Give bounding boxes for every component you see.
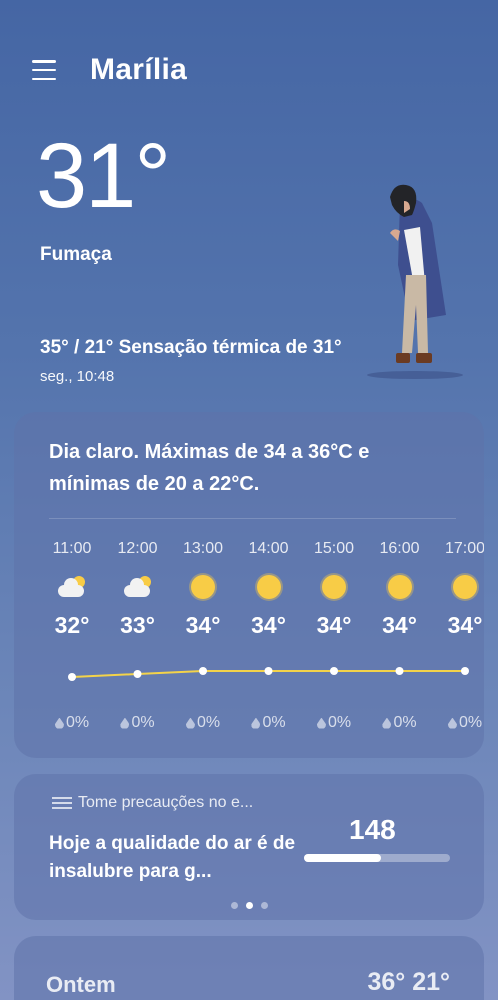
raindrop-icon (120, 717, 130, 729)
air-quality-title-text: Tome precauções no e... (78, 794, 254, 811)
temperature-range-feels-like: 35° / 21° Sensação térmica de 31° (40, 337, 342, 358)
sun-icon (304, 572, 364, 602)
divider (49, 518, 456, 519)
page-dot[interactable] (230, 902, 238, 909)
hourly-item[interactable]: 13:00 34° 0% (173, 530, 233, 731)
hamburger-menu-icon[interactable] (32, 60, 56, 80)
aqi-bar-fill (304, 854, 382, 862)
hour-temperature: 34° (316, 612, 352, 638)
partly-cloudy-icon (108, 572, 168, 602)
hour-rain-chance: 0% (304, 714, 364, 732)
raindrop-icon (316, 717, 326, 729)
hour-temperature: 34° (185, 612, 221, 638)
hourly-item[interactable]: 15:00 34° 0% (304, 530, 364, 731)
trend-point (461, 667, 469, 675)
rain-value: 0% (393, 714, 417, 731)
hour-time: 16:00 (379, 540, 420, 557)
rain-value: 0% (262, 714, 286, 731)
raindrop-icon (251, 717, 261, 729)
hour-time: 12:00 (117, 540, 158, 557)
current-temperature: 31° (36, 125, 171, 227)
current-datetime: seg., 10:48 (40, 368, 115, 385)
header: Marília (32, 50, 478, 90)
city-name[interactable]: Marília (90, 53, 187, 87)
hour-temperature: 34° (447, 612, 483, 638)
forecast-card[interactable]: Dia claro. Máximas de 34 a 36°C e mínima… (14, 412, 484, 758)
air-quality-title: Tome precauções no e... (52, 794, 253, 812)
page-indicator[interactable] (14, 902, 484, 909)
forecast-summary: Dia claro. Máximas de 34 a 36°C e mínima… (49, 441, 370, 495)
temperature-trend-line (68, 667, 469, 681)
hour-rain-chance: 0% (108, 714, 168, 732)
hourly-item[interactable]: 14:00 34° 0% (239, 530, 299, 731)
yesterday-temps: 36° 21° (367, 968, 450, 996)
sun-icon (239, 572, 299, 602)
rain-value: 0% (196, 714, 221, 731)
hour-rain-chance: 0% (239, 714, 299, 732)
sun-icon (435, 572, 484, 602)
hour-time: 14:00 (248, 540, 289, 557)
trend-point (330, 667, 338, 675)
rain-value: 0% (131, 714, 155, 731)
rain-value: 0% (65, 714, 90, 731)
sun-icon (370, 572, 430, 602)
hourly-forecast-strip[interactable]: 11:00 32° 0% 12:00 33° 0% 13:00 34° 0% 14:00 34° 0%… (14, 530, 484, 750)
hour-time: 15:00 (313, 540, 355, 557)
trend-point (199, 667, 207, 675)
partly-cloudy-icon (42, 572, 102, 602)
hourly-item[interactable]: 12:00 33° 0% (108, 530, 168, 731)
hour-temperature: 34° (382, 612, 417, 638)
trend-point (68, 673, 76, 681)
rain-value: 0% (458, 714, 483, 731)
raindrop-icon (447, 717, 457, 729)
trend-point (264, 667, 273, 675)
sun-icon (173, 572, 233, 602)
aqi-value: 148 (349, 814, 396, 845)
hour-rain-chance: 0% (173, 714, 233, 732)
air-quality-card[interactable]: Tome precauções no e... Hoje a qualidade… (14, 774, 484, 920)
haze-icon (52, 797, 72, 809)
rain-value: 0% (327, 714, 352, 731)
raindrop-icon (54, 717, 64, 729)
hour-time: 13:00 (182, 540, 224, 557)
raindrop-icon (382, 717, 392, 729)
trend-point (133, 670, 142, 678)
trend-point (395, 667, 404, 675)
current-condition: Fumaça (40, 244, 112, 265)
page-dot[interactable] (260, 902, 268, 909)
air-quality-description: Hoje a qualidade do ar é de insalubre pa… (49, 833, 296, 882)
yesterday-label: Ontem (46, 972, 116, 997)
hour-rain-chance: 0% (435, 714, 484, 732)
raindrop-icon (185, 717, 195, 729)
hour-rain-chance: 0% (370, 714, 430, 732)
page-dot[interactable] (245, 902, 253, 909)
hour-temperature: 33° (120, 612, 155, 638)
hour-time: 11:00 (52, 540, 92, 557)
hour-time: 17:00 (444, 540, 484, 557)
hour-temperature: 32° (54, 612, 90, 638)
hourly-item[interactable]: 16:00 34° 0% (370, 530, 430, 731)
aqi-bar (304, 854, 450, 862)
hour-temperature: 34° (251, 612, 286, 638)
hour-rain-chance: 0% (42, 714, 102, 732)
hourly-item[interactable]: 17:00 34° 0% (435, 530, 484, 731)
yesterday-card[interactable]: Ontem 36° 21° (14, 936, 484, 1000)
person-in-haze-illustration (367, 184, 463, 379)
hourly-item[interactable]: 11:00 32° 0% (42, 530, 102, 731)
